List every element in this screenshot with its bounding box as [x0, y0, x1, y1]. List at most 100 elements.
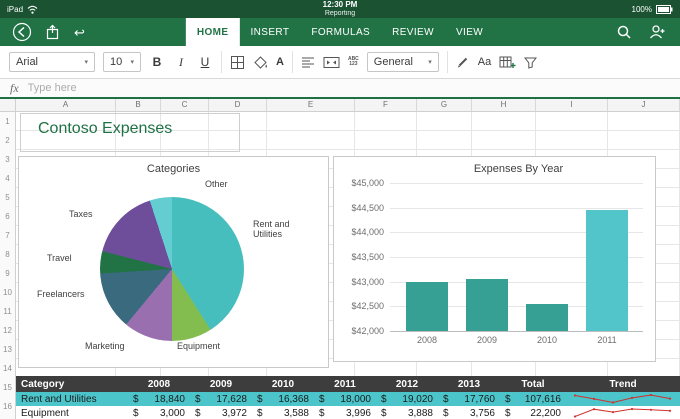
pie [100, 197, 244, 341]
column-header-a[interactable]: A [16, 99, 116, 111]
value-cell: $22,200 [500, 408, 566, 419]
underline-button[interactable]: U [197, 55, 213, 69]
fx-icon[interactable]: fx [10, 81, 19, 96]
currency-symbol: $ [443, 393, 449, 405]
fill-color-icon[interactable] [253, 55, 268, 70]
row-header-7[interactable]: 7 [0, 226, 15, 245]
toolbar-divider [221, 51, 222, 73]
row-header-9[interactable]: 9 [0, 264, 15, 283]
font-name-value: Arial [16, 56, 39, 68]
row-header-3[interactable]: 3 [0, 150, 15, 169]
row-header-4[interactable]: 4 [0, 169, 15, 188]
table-header-cell[interactable]: 2011 [314, 379, 376, 390]
pie-label-taxes: Taxes [69, 209, 93, 219]
row-header-6[interactable]: 6 [0, 207, 15, 226]
num123-label: 123 [349, 61, 358, 67]
font-size-dropdown[interactable]: 10 ▾ [103, 52, 141, 72]
row-header-15[interactable]: 15 [0, 378, 15, 397]
value-cell: $18,840 [128, 394, 190, 405]
row-header-10[interactable]: 10 [0, 283, 15, 302]
pie-label-other: Other [205, 179, 228, 189]
column-header-h[interactable]: H [472, 99, 536, 111]
column-header-f[interactable]: F [355, 99, 417, 111]
pen-icon[interactable] [456, 55, 470, 69]
expense-table[interactable]: Category 2008 2009 2010 2011 2012 2013 Total Tre… [16, 376, 680, 419]
bar-2008[interactable] [406, 282, 448, 331]
table-header-cell[interactable]: Trend [566, 379, 680, 390]
bold-button[interactable]: B [149, 55, 165, 69]
font-color-icon[interactable]: A [274, 56, 286, 419]
row-header-11[interactable]: 11 [0, 302, 15, 321]
tab-home[interactable]: HOME [185, 18, 240, 46]
column-header-e[interactable]: E [267, 99, 355, 111]
font-name-dropdown[interactable]: Arial ▾ [9, 52, 95, 72]
share-person-icon[interactable] [648, 24, 666, 40]
y-axis-label: $43,000 [351, 277, 384, 287]
bar-chart-object[interactable]: Expenses By Year 2008 2009 2010 2011 $45,00… [333, 156, 656, 362]
y-axis-label: $45,000 [351, 178, 384, 188]
italic-button[interactable]: I [173, 55, 189, 70]
column-header-c[interactable]: C [161, 99, 209, 111]
back-button[interactable] [12, 22, 32, 42]
chevron-down-icon: ▾ [130, 59, 134, 66]
insert-table-icon[interactable] [499, 55, 516, 69]
table-header-cell[interactable]: 2008 [128, 379, 190, 390]
value-cell: $17,628 [190, 394, 252, 405]
row-header-5[interactable]: 5 [0, 188, 15, 207]
undo-icon[interactable]: ↩ [74, 26, 85, 39]
formula-bar[interactable]: fx Type here [0, 79, 680, 99]
table-header-cell[interactable]: Category [16, 379, 128, 390]
align-icon[interactable] [301, 56, 315, 68]
tab-view[interactable]: VIEW [445, 18, 494, 46]
tab-review[interactable]: REVIEW [381, 18, 445, 46]
borders-icon[interactable] [230, 55, 245, 70]
currency-symbol: $ [505, 393, 511, 405]
row-header-8[interactable]: 8 [0, 245, 15, 264]
column-header-b[interactable]: B [116, 99, 161, 111]
bar-2009[interactable] [466, 279, 508, 331]
share-icon[interactable] [45, 24, 61, 40]
column-header-j[interactable]: J [608, 99, 680, 111]
number-format-icon[interactable]: ABC 123 [348, 56, 359, 68]
column-header-d[interactable]: D [209, 99, 267, 111]
clock: 12:30 PM [322, 0, 358, 10]
table-row[interactable]: Equipment $3,000 $3,972 $3,588 $3,996 $3,888 $… [16, 406, 680, 419]
tab-formulas[interactable]: FORMULAS [300, 18, 381, 46]
bar-2011[interactable] [586, 210, 628, 331]
currency-symbol: $ [319, 393, 325, 405]
tab-insert[interactable]: INSERT [239, 18, 300, 46]
table-header-cell[interactable]: 2013 [438, 379, 500, 390]
column-header-g[interactable]: G [417, 99, 472, 111]
table-header-cell[interactable]: 2009 [190, 379, 252, 390]
value-cell: $107,616 [500, 394, 566, 405]
table-header-row: Category 2008 2009 2010 2011 2012 2013 Total Tre… [16, 376, 680, 392]
cell-styles-icon[interactable]: Aa [478, 56, 491, 68]
currency-symbol: $ [381, 393, 387, 405]
row-header-13[interactable]: 13 [0, 340, 15, 359]
table-header-cell[interactable]: 2010 [252, 379, 314, 390]
row-header-16[interactable]: 16 [0, 397, 15, 416]
pie-chart-object[interactable]: Categories Rent and Utilities Equipment … [18, 156, 329, 368]
filter-icon[interactable] [524, 56, 538, 69]
amount: 3,996 [345, 407, 371, 419]
table-header-cell[interactable]: 2012 [376, 379, 438, 390]
row-header-14[interactable]: 14 [0, 359, 15, 378]
bar-2010[interactable] [526, 304, 568, 331]
column-header-i[interactable]: I [536, 99, 608, 111]
row-header-12[interactable]: 12 [0, 321, 15, 340]
y-axis-label: $42,500 [351, 301, 384, 311]
currency-symbol: $ [505, 407, 511, 419]
chart-gridline [390, 183, 643, 184]
select-all-corner[interactable] [0, 99, 16, 111]
row-header-2[interactable]: 2 [0, 131, 15, 150]
formula-input[interactable]: Type here [28, 82, 77, 94]
table-header-cell[interactable]: Total [500, 379, 566, 390]
sheet-grid[interactable]: 1 2 3 4 5 6 7 8 9 10 11 12 13 14 15 16 Contoso Expenses… [0, 112, 680, 419]
pie-label-equipment: Equipment [177, 341, 221, 351]
search-icon[interactable] [616, 24, 632, 40]
trend-cell [566, 393, 680, 405]
merge-cells-icon[interactable] [323, 56, 340, 69]
number-format-dropdown[interactable]: General ▾ [366, 52, 439, 72]
table-row[interactable]: Rent and Utilities $18,840 $17,628 $16,368 $… [16, 392, 680, 406]
row-header-1[interactable]: 1 [0, 112, 15, 131]
